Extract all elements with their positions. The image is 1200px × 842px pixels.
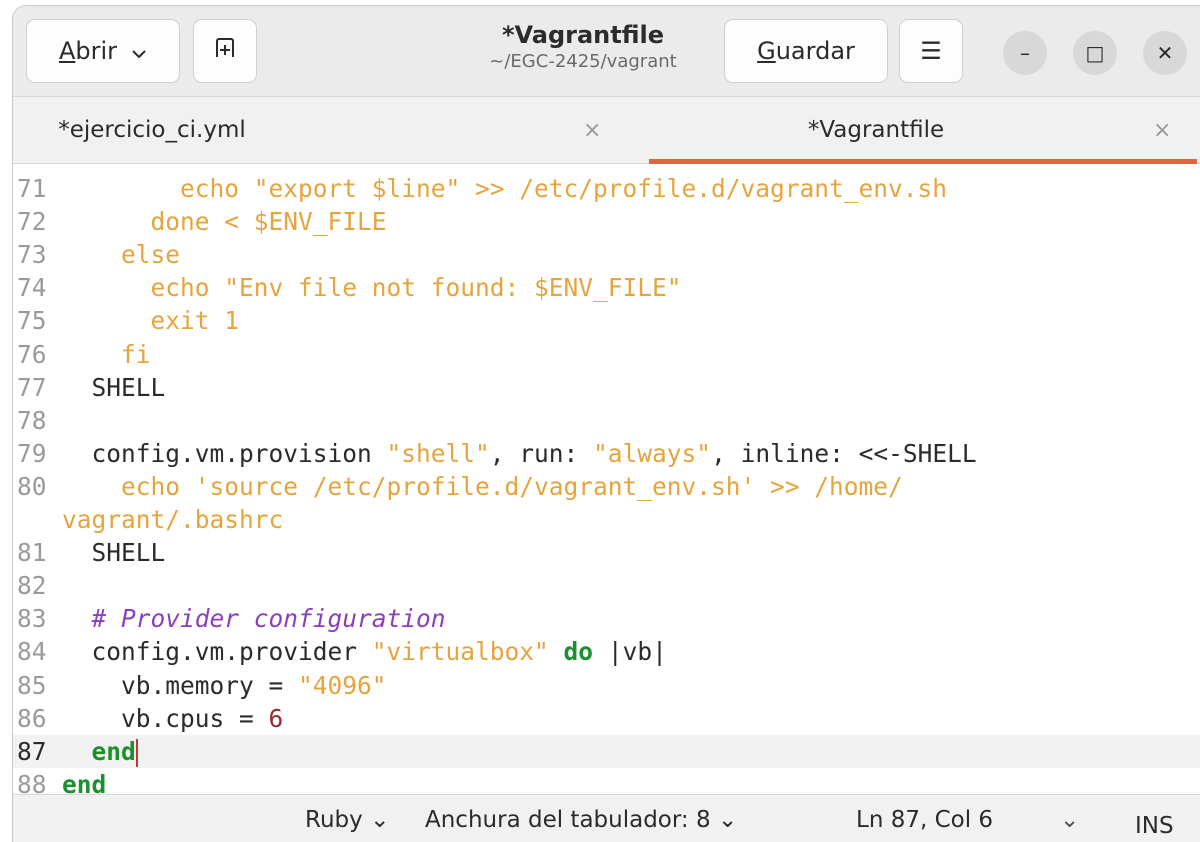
- code-line[interactable]: 78: [13, 404, 1200, 437]
- window-title: *Vagrantfile: [501, 21, 665, 49]
- new-tab-button[interactable]: [193, 19, 257, 83]
- new-tab-icon: [214, 37, 236, 65]
- line-code: echo 'source /etc/profile.d/vagrant_env.…: [121, 471, 903, 501]
- minimize-button[interactable]: –: [1003, 31, 1047, 75]
- code-line[interactable]: 72 done < $ENV_FILE: [13, 205, 1200, 238]
- line-number: 71: [17, 174, 47, 203]
- cursor-position: Ln 87, Col 6: [856, 807, 994, 833]
- maximize-icon: □: [1085, 41, 1105, 65]
- line-number: 87: [17, 736, 47, 766]
- line-code: else: [121, 240, 181, 270]
- chevron-down-icon: [131, 37, 147, 65]
- line-code: vagrant/.bashrc: [62, 505, 284, 534]
- line-code: config.vm.provider "virtualbox" do |vb|: [62, 637, 667, 667]
- code-editor[interactable]: 71 echo "export $line" >> /etc/profile.d…: [13, 164, 1200, 799]
- line-code: echo "Env file not found: $ENV_FILE": [150, 273, 682, 303]
- save-button[interactable]: Guardar: [724, 19, 888, 83]
- line-number: 77: [17, 372, 47, 402]
- code-line[interactable]: 81 SHELL: [13, 536, 1200, 569]
- line-number: 78: [17, 405, 47, 435]
- code-line[interactable]: 87 end: [13, 734, 1200, 768]
- chevron-down-icon[interactable]: ⌄: [1060, 807, 1079, 833]
- chevron-down-icon: ⌄: [717, 807, 738, 833]
- open-button-label: Abrir: [58, 37, 118, 65]
- text-cursor: [135, 738, 138, 767]
- tab-bar: *ejercicio_ci.yml × *Vagrantfile ×: [13, 97, 1200, 164]
- menu-button[interactable]: ☰: [899, 19, 963, 83]
- code-line[interactable]: 86 vb.cpus = 6: [13, 702, 1200, 735]
- code-line[interactable]: 85 vb.memory = "4096": [13, 669, 1200, 702]
- line-code: SHELL: [62, 538, 166, 568]
- language-selector[interactable]: Ruby ⌄: [305, 807, 389, 833]
- hamburger-menu-icon: ☰: [920, 37, 942, 65]
- code-line[interactable]: 76 fi: [13, 338, 1200, 371]
- title-block: *Vagrantfile ~/EGC-2425/vagrant: [453, 20, 713, 74]
- line-code: end: [91, 736, 138, 767]
- tab-width-selector[interactable]: Anchura del tabulador: 8 ⌄: [425, 807, 737, 833]
- line-code: SHELL: [62, 372, 166, 402]
- line-code: vb.memory = "4096": [62, 670, 387, 700]
- line-number: 81: [17, 538, 47, 568]
- line-number: 76: [17, 339, 47, 369]
- line-number: 74: [17, 273, 47, 303]
- line-number: 75: [17, 306, 47, 336]
- tab-label: *ejercicio_ci.yml: [58, 117, 246, 143]
- code-line[interactable]: 82: [13, 569, 1200, 602]
- line-number: 86: [17, 703, 47, 733]
- code-line[interactable]: 77 SHELL: [13, 371, 1200, 404]
- line-number: 72: [17, 207, 47, 237]
- line-code: exit 1: [150, 306, 240, 336]
- close-window-button[interactable]: ✕: [1143, 31, 1187, 75]
- code-line[interactable]: 71 echo "export $line" >> /etc/profile.d…: [13, 172, 1200, 205]
- line-code: fi: [121, 339, 151, 369]
- chevron-down-icon: ⌄: [370, 807, 390, 833]
- code-line[interactable]: vagrant/.bashrc: [13, 503, 1200, 536]
- save-button-label: Guardar: [757, 37, 855, 65]
- line-number: 84: [17, 637, 47, 667]
- header-bar: Abrir *Vagrantfile ~/EGC-2425/vagrant Gu…: [13, 6, 1200, 97]
- tab-vagrantfile[interactable]: *Vagrantfile ×: [601, 97, 1191, 163]
- insert-mode-indicator: INS: [1135, 813, 1174, 839]
- line-number: 83: [17, 604, 47, 634]
- line-number: 80: [17, 471, 47, 501]
- code-line[interactable]: 73 else: [13, 238, 1200, 271]
- code-line[interactable]: 80 echo 'source /etc/profile.d/vagrant_e…: [13, 470, 1200, 503]
- line-number: 73: [17, 240, 47, 270]
- code-line[interactable]: 83 # Provider configuration: [13, 602, 1200, 635]
- tab-close-icon[interactable]: ×: [1153, 118, 1171, 143]
- open-button[interactable]: Abrir: [26, 19, 180, 83]
- line-code: vb.cpus = 6: [62, 703, 284, 733]
- code-line[interactable]: 74 echo "Env file not found: $ENV_FILE": [13, 271, 1200, 304]
- line-code: config.vm.provision "shell", run: "alway…: [62, 438, 977, 468]
- line-number: 79: [17, 438, 47, 468]
- status-bar: Ruby ⌄ Anchura del tabulador: 8 ⌄ Ln 87,…: [13, 794, 1200, 842]
- line-number: 85: [17, 670, 47, 700]
- tab-ejercicio-ci[interactable]: *ejercicio_ci.yml ×: [13, 97, 601, 163]
- minimize-icon: –: [1020, 41, 1030, 65]
- maximize-button[interactable]: □: [1073, 31, 1117, 75]
- code-line[interactable]: 75 exit 1: [13, 304, 1200, 337]
- close-icon: ✕: [1156, 41, 1174, 65]
- line-number: 82: [17, 571, 47, 601]
- line-code: echo "export $line" >> /etc/profile.d/va…: [150, 174, 948, 203]
- code-line[interactable]: 79 config.vm.provision "shell", run: "al…: [13, 437, 1200, 470]
- window-subtitle: ~/EGC-2425/vagrant: [489, 51, 677, 72]
- line-code: done < $ENV_FILE: [150, 207, 387, 237]
- code-line[interactable]: 84 config.vm.provider "virtualbox" do |v…: [13, 635, 1200, 668]
- line-code: # Provider configuration: [91, 604, 446, 634]
- editor-window: Abrir *Vagrantfile ~/EGC-2425/vagrant Gu…: [12, 5, 1200, 842]
- tab-label: *Vagrantfile: [807, 117, 945, 143]
